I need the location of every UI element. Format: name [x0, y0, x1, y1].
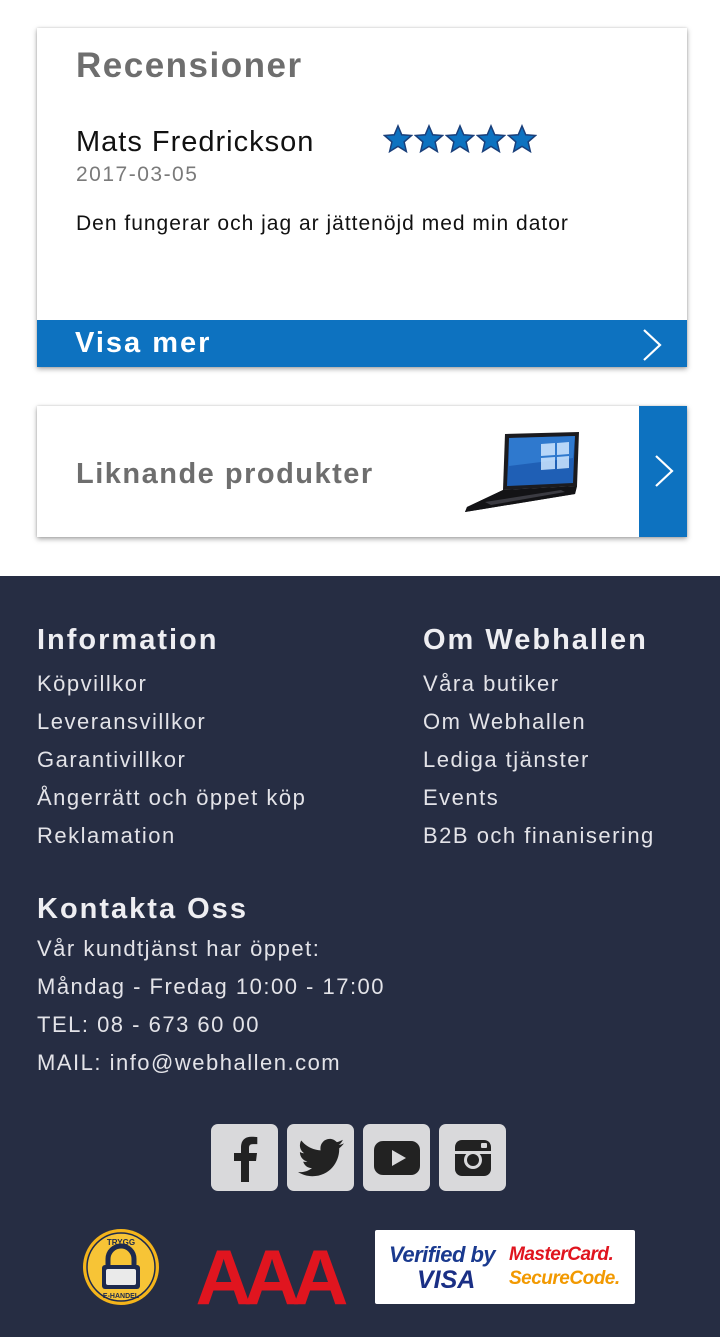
facebook-icon [233, 1136, 257, 1182]
footer-link-vara-butiker[interactable]: Våra butiker [423, 665, 655, 703]
youtube-icon [373, 1140, 420, 1175]
facebook-button[interactable] [211, 1124, 278, 1191]
footer-link-leveransvillkor[interactable]: Leveransvillkor [37, 703, 306, 741]
reviews-card: Recensioner Mats Fredrickson 2017-03-05 … [37, 28, 687, 367]
verified-by-visa-mastercard-badge: Verified by VISA MasterCard. SecureCode. [375, 1230, 635, 1304]
mastercard-text: MasterCard. [509, 1244, 614, 1265]
instagram-icon [454, 1139, 491, 1176]
visa-text: VISA [417, 1266, 476, 1294]
star-icon [414, 124, 444, 154]
twitter-icon [297, 1138, 344, 1176]
securecode-text: SecureCode. [509, 1268, 620, 1289]
contact-hours-label: Vår kundtjänst har öppet: [37, 936, 321, 961]
twitter-button[interactable] [287, 1124, 354, 1191]
footer-om-heading: Om Webhallen [423, 624, 648, 656]
instagram-button[interactable] [439, 1124, 506, 1191]
footer-link-events[interactable]: Events [423, 779, 655, 817]
footer-link-garantivillkor[interactable]: Garantivillkor [37, 741, 306, 779]
footer-om-column: Om Webhallen Våra butiker Om Webhallen L… [423, 624, 655, 855]
laptop-image [465, 432, 579, 512]
social-links [211, 1124, 506, 1191]
svg-text:AAA: AAA [196, 1236, 348, 1308]
footer-contact-heading: Kontakta Oss [37, 893, 248, 925]
show-more-button[interactable]: Visa mer [37, 320, 687, 367]
footer-link-kopvillkor[interactable]: Köpvillkor [37, 665, 306, 703]
contact-mail[interactable]: MAIL: info@webhallen.com [37, 1044, 385, 1082]
svg-text:TRYGG: TRYGG [107, 1238, 135, 1247]
similar-products-card[interactable]: Liknande produkter [37, 406, 687, 537]
footer-information-column: Information Köpvillkor Leveransvillkor G… [37, 624, 306, 855]
trust-badges: TRYGG E-HANDEL AAA Verified by VISA Mast… [0, 1226, 720, 1316]
trygg-ehandel-badge: TRYGG E-HANDEL [83, 1229, 159, 1305]
verified-by-text: Verified by [389, 1242, 496, 1267]
chevron-right-icon [643, 329, 662, 361]
footer-link-reklamation[interactable]: Reklamation [37, 817, 306, 855]
footer-link-lediga-tjanster[interactable]: Lediga tjänster [423, 741, 655, 779]
footer-link-om-webhallen[interactable]: Om Webhallen [423, 703, 655, 741]
contact-hours: Måndag - Fredag 10:00 - 17:00 [37, 974, 386, 999]
star-icon [383, 124, 413, 154]
youtube-button[interactable] [363, 1124, 430, 1191]
aaa-rating-badge: AAA [196, 1236, 353, 1308]
svg-text:E-HANDEL: E-HANDEL [103, 1293, 140, 1300]
show-more-label: Visa mer [75, 327, 212, 359]
footer-link-b2b[interactable]: B2B och finanisering [423, 817, 655, 855]
contact-phone[interactable]: TEL: 08 - 673 60 00 [37, 1006, 385, 1044]
review-text: Den fungerar och jag ar jättenöjd med mi… [76, 212, 569, 235]
site-footer: Information Köpvillkor Leveransvillkor G… [0, 576, 720, 1337]
footer-contact: Kontakta Oss Vår kundtjänst har öppet: M… [37, 893, 385, 1082]
star-icon [476, 124, 506, 154]
star-icon [445, 124, 475, 154]
star-icon [507, 124, 537, 154]
similar-products-label: Liknande produkter [76, 458, 374, 490]
rating-stars [383, 124, 537, 154]
similar-products-button[interactable] [639, 406, 687, 537]
footer-link-angerratt[interactable]: Ångerrätt och öppet köp [37, 779, 306, 817]
reviews-title: Recensioner [76, 46, 303, 85]
footer-information-heading: Information [37, 624, 219, 656]
review-date: 2017-03-05 [76, 163, 199, 186]
chevron-right-icon [655, 455, 674, 487]
reviewer-name: Mats Fredrickson [76, 126, 315, 158]
